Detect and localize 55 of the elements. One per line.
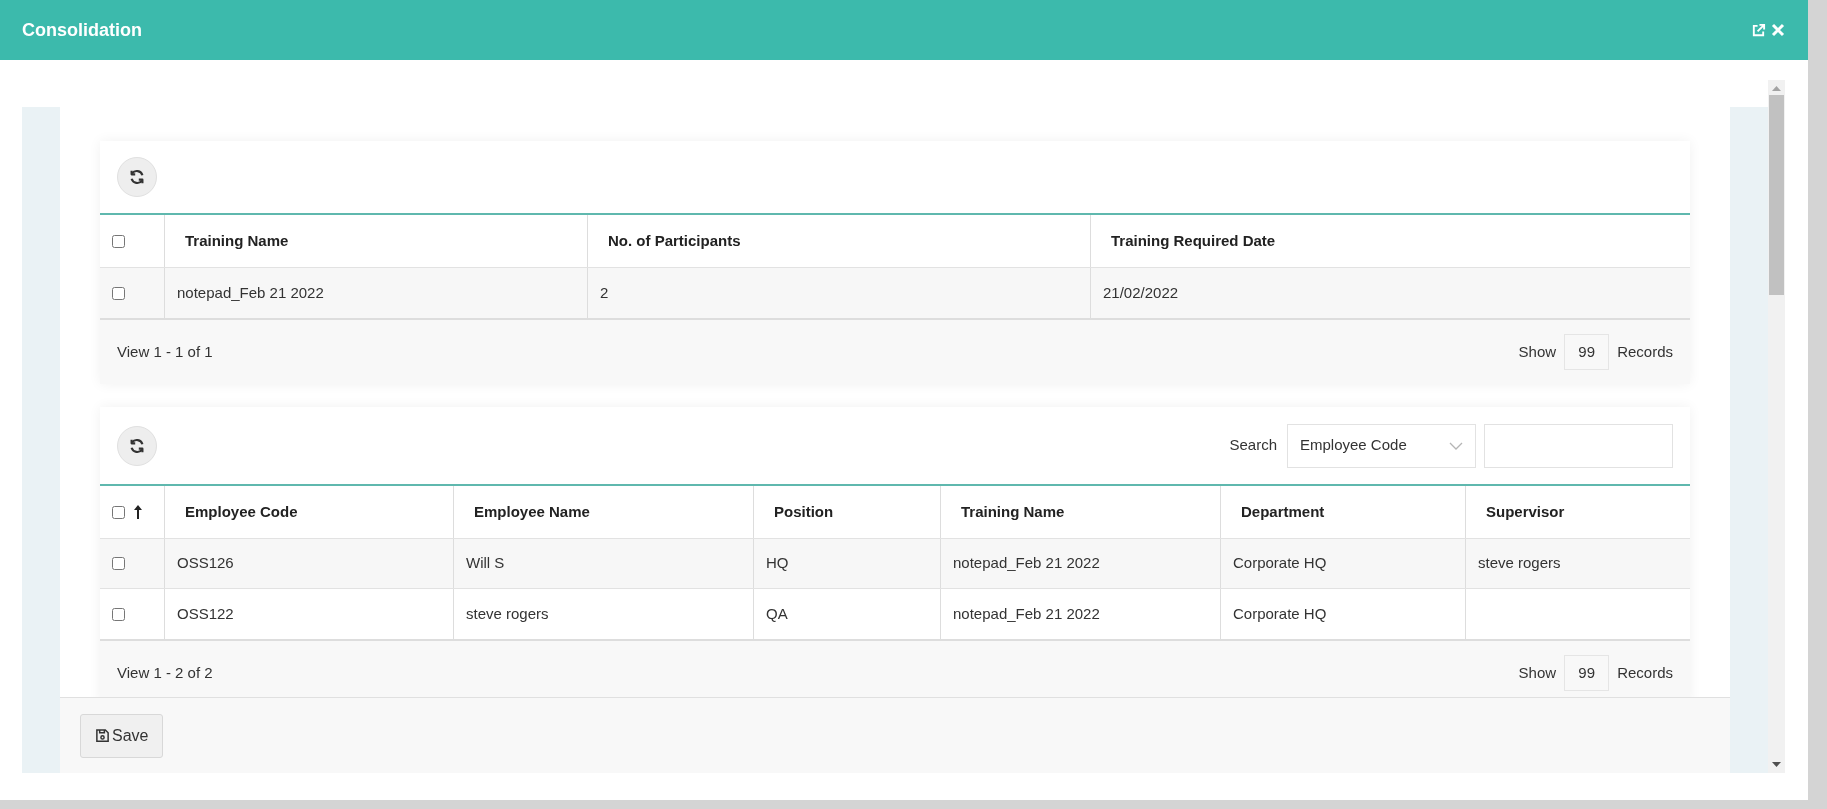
column-header[interactable]: Training Name bbox=[961, 500, 1065, 524]
external-link-icon bbox=[1750, 22, 1766, 38]
table-cell-text: 21/02/2022 bbox=[1103, 282, 1179, 303]
search-label: Search bbox=[1229, 435, 1277, 456]
table-cell-text: steve rogers bbox=[466, 603, 549, 624]
records-label: Records bbox=[1617, 341, 1673, 362]
checkbox[interactable] bbox=[112, 505, 125, 519]
save-button[interactable]: Save bbox=[80, 713, 164, 758]
table-cell-text: HQ bbox=[766, 553, 789, 574]
scroll-up-icon bbox=[1772, 86, 1781, 91]
window-title: Consolidation bbox=[22, 18, 142, 42]
column-header[interactable]: Training Name bbox=[185, 229, 289, 253]
table-cell-text: Will S bbox=[466, 553, 505, 574]
column-header[interactable]: Position bbox=[774, 500, 834, 524]
sort-arrow-icon bbox=[134, 505, 142, 519]
close-button[interactable] bbox=[1770, 22, 1786, 38]
column-header[interactable]: Employee Name bbox=[474, 500, 590, 524]
scrollbar-thumb[interactable] bbox=[1769, 95, 1784, 295]
table-cell-text: Corporate HQ bbox=[1233, 603, 1327, 624]
popout-button[interactable] bbox=[1750, 22, 1766, 38]
table-cell-text: Corporate HQ bbox=[1233, 553, 1327, 574]
refresh-button[interactable] bbox=[117, 425, 157, 466]
column-header[interactable]: Employee Code bbox=[185, 500, 298, 524]
checkbox[interactable] bbox=[112, 607, 125, 621]
show-label: Show bbox=[1518, 341, 1557, 362]
close-icon bbox=[1771, 23, 1785, 37]
table-cell-text: steve rogers bbox=[1478, 553, 1561, 574]
search-input[interactable] bbox=[1484, 423, 1673, 468]
search-field-dropdown[interactable]: Employee Code bbox=[1287, 423, 1476, 468]
page-size-field[interactable]: 99 bbox=[1564, 655, 1610, 691]
column-header[interactable]: Department bbox=[1241, 500, 1325, 524]
checkbox[interactable] bbox=[112, 286, 125, 300]
page-size-field[interactable]: 99 bbox=[1564, 334, 1610, 370]
pagination-summary: View 1 - 1 of 1 bbox=[117, 341, 213, 362]
column-header[interactable]: Training Required Date bbox=[1111, 229, 1276, 253]
table-cell-text: OSS126 bbox=[177, 553, 234, 574]
pagination-summary: View 1 - 2 of 2 bbox=[117, 662, 213, 683]
scroll-down-icon bbox=[1772, 762, 1781, 767]
table-cell-text: OSS122 bbox=[177, 603, 234, 624]
refresh-icon bbox=[128, 168, 146, 186]
column-header[interactable]: No. of Participants bbox=[608, 229, 741, 253]
column-header[interactable]: Supervisor bbox=[1486, 500, 1565, 524]
chevron-down-icon bbox=[1449, 441, 1463, 450]
refresh-button[interactable] bbox=[117, 157, 157, 197]
scrollbar[interactable] bbox=[1768, 80, 1785, 773]
table-cell-text: QA bbox=[766, 603, 788, 624]
table-cell-text: notepad_Feb 21 2022 bbox=[953, 603, 1100, 624]
records-label: Records bbox=[1617, 662, 1673, 683]
table-cell-text: 2 bbox=[600, 282, 609, 303]
checkbox[interactable] bbox=[112, 557, 125, 570]
show-label: Show bbox=[1518, 662, 1557, 683]
refresh-icon bbox=[128, 436, 146, 455]
table-cell-text: notepad_Feb 21 2022 bbox=[953, 553, 1100, 574]
checkbox[interactable] bbox=[112, 234, 125, 248]
table-cell-text: notepad_Feb 21 2022 bbox=[177, 282, 324, 303]
